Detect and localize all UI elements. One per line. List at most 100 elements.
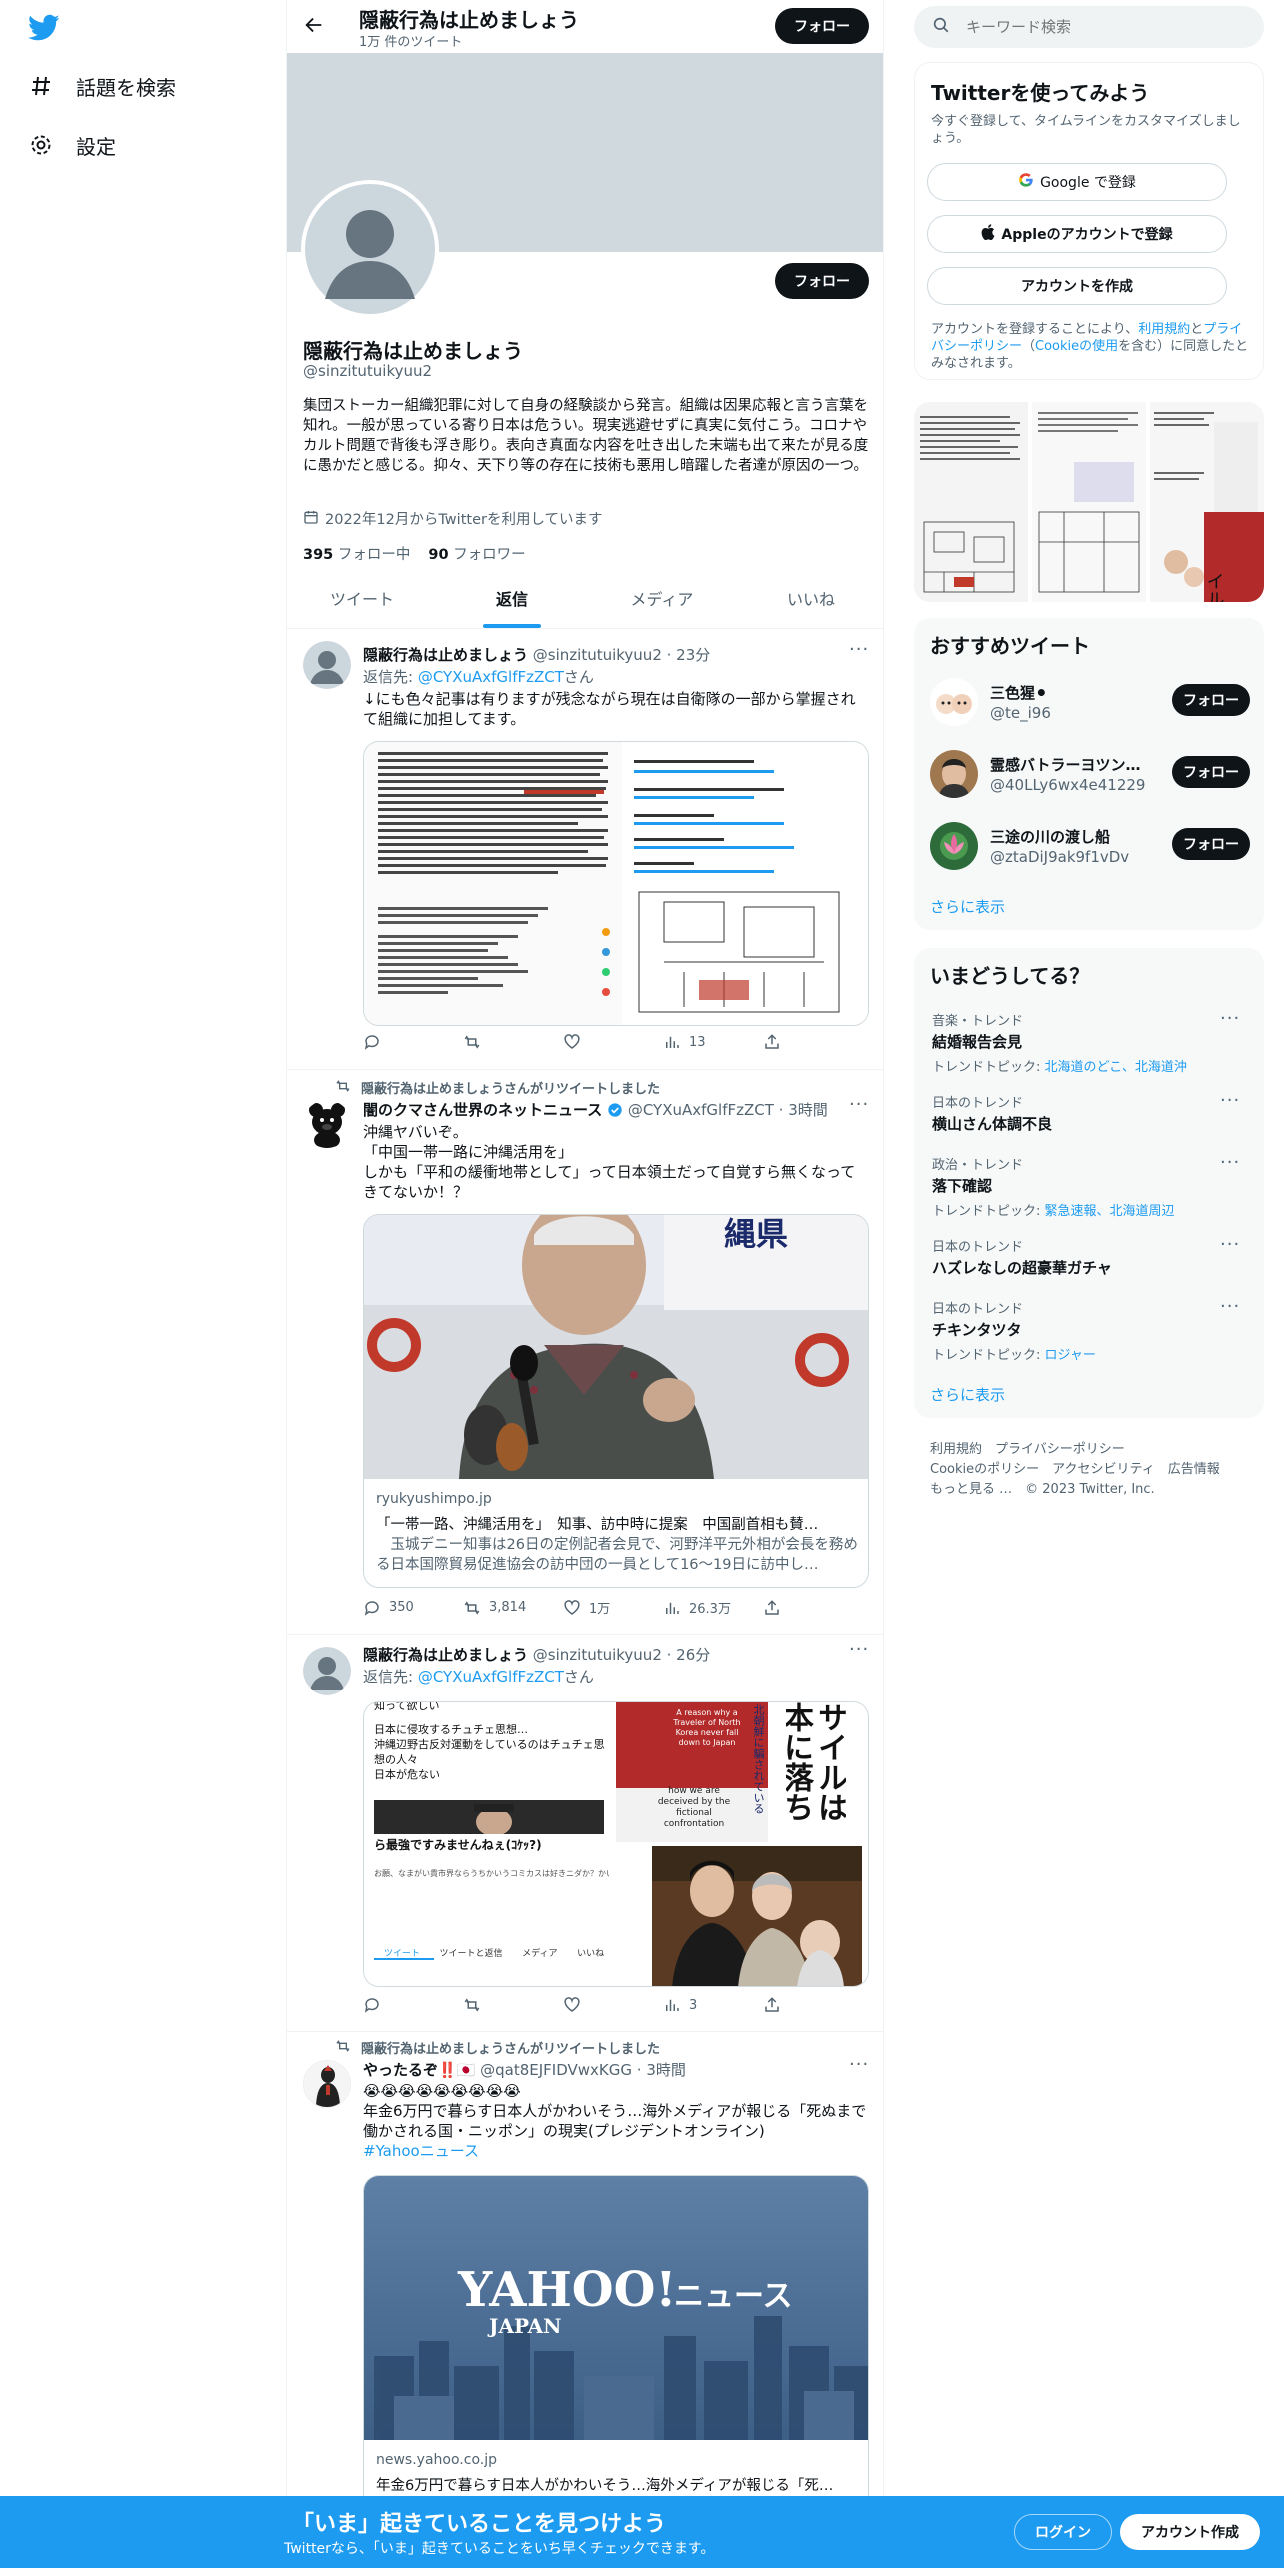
avatar[interactable] — [303, 2060, 351, 2108]
profile-follow-button[interactable]: フォロー — [775, 263, 869, 299]
share-button[interactable] — [763, 1996, 789, 2014]
nav-settings[interactable]: 設定 — [28, 125, 116, 165]
tab-media[interactable]: メディア — [587, 568, 737, 628]
tab-tweets[interactable]: ツイート — [287, 568, 437, 628]
retweeted-by-text[interactable]: 隠蔽行為は止めましょうさんがリツイートしました — [361, 1078, 660, 1097]
more-icon[interactable]: ··· — [849, 1639, 869, 1660]
search-input[interactable] — [966, 18, 1226, 36]
footer-link[interactable]: 広告情報 — [1168, 1462, 1220, 1477]
footer-link[interactable]: プライバシーポリシー — [995, 1442, 1125, 1457]
trends-show-more[interactable]: さらに表示 — [930, 1384, 1005, 1405]
more-icon[interactable]: ··· — [849, 2054, 869, 2075]
tab-replies[interactable]: 返信 — [437, 568, 587, 628]
tweet-media-screenshot[interactable] — [363, 741, 869, 1026]
avatar[interactable] — [930, 822, 978, 870]
apple-signup-button[interactable]: Appleのアカウントで登録 — [927, 215, 1227, 253]
trend-item[interactable]: 日本のトレンド ハズレなしの超豪華ガチャ ··· — [932, 1234, 1244, 1278]
tweet-author-name[interactable]: 隠蔽行為は止めましょう — [363, 1646, 528, 1664]
reply-button[interactable] — [363, 1033, 463, 1051]
more-icon[interactable]: ··· — [849, 639, 869, 660]
tweet-author-handle[interactable]: @sinzitutuikyuu2 — [533, 1646, 662, 1664]
more-icon[interactable]: ··· — [1220, 1090, 1240, 1111]
tweet-time[interactable]: 23分 — [676, 646, 710, 664]
like-button[interactable]: 1万 — [563, 1598, 663, 1617]
footer-link[interactable]: アクセシビリティ — [1052, 1462, 1155, 1477]
signup-button[interactable]: アカウント作成 — [1120, 2514, 1260, 2550]
tweet[interactable]: 隠蔽行為は止めましょうさんがリツイートしました 闇のクマさん世界のネットニュース… — [287, 1070, 883, 1635]
link-card[interactable]: 縄県 ryukyushimpo.jp 「一帯一路、沖縄活用を」 知事、訪中時に提… — [363, 1214, 869, 1588]
reply-button[interactable]: 350 — [363, 1599, 463, 1617]
follow-button[interactable]: フォロー — [1172, 828, 1250, 860]
tweet-author-handle[interactable]: @qat8EJFIDVwxKGG — [480, 2061, 632, 2079]
login-button[interactable]: ログイン — [1014, 2514, 1112, 2550]
tab-likes[interactable]: いいね — [737, 568, 883, 628]
views-button[interactable]: 26.3万 — [663, 1598, 763, 1617]
tweet-author-name[interactable]: やったるぞ‼️🇯🇵 — [363, 2061, 475, 2079]
avatar[interactable] — [303, 1100, 351, 1148]
following-link[interactable]: 395 フォロー中 — [303, 543, 410, 564]
tweet-time[interactable]: 3時間 — [788, 1101, 828, 1119]
share-button[interactable] — [763, 1033, 789, 1051]
profile-media-grid[interactable]: イル — [914, 402, 1264, 602]
profile-avatar[interactable] — [301, 180, 439, 318]
tweet-media-collage[interactable]: 知って欲しい 日本に侵攻するチュチェ思想… 沖縄辺野古反対運動をしているのはチュ… — [363, 1701, 869, 1987]
trend-topics[interactable]: 北海道のどこ、北海道沖 — [1045, 1060, 1187, 1075]
follow-button[interactable]: フォロー — [1172, 756, 1250, 788]
like-button[interactable] — [563, 1033, 663, 1051]
tweet-author-handle[interactable]: @sinzitutuikyuu2 — [533, 646, 662, 664]
reply-button[interactable] — [363, 1996, 463, 2014]
tweet-time[interactable]: 3時間 — [646, 2061, 686, 2079]
tweet-time[interactable]: 26分 — [676, 1646, 710, 1664]
back-arrow-icon[interactable] — [303, 14, 325, 40]
trend-topics[interactable]: 緊急速報、北海道周辺 — [1045, 1204, 1175, 1219]
followers-link[interactable]: 90 フォロワー — [428, 543, 525, 564]
more-icon[interactable]: ··· — [1220, 1296, 1240, 1317]
reply-to-link[interactable]: @CYXuAxfGlfFzZCT — [418, 1668, 564, 1686]
recommend-show-more[interactable]: さらに表示 — [930, 896, 1005, 917]
footer-link[interactable]: もっと見る … — [930, 1482, 1012, 1497]
avatar[interactable] — [930, 750, 978, 798]
reply-to-link[interactable]: @CYXuAxfGlfFzZCT — [418, 668, 564, 686]
search-bar[interactable] — [914, 6, 1264, 48]
trend-item[interactable]: 音楽・トレンド 結婚報告会見 トレンドトピック: 北海道のどこ、北海道沖 ··· — [932, 1008, 1244, 1075]
twitter-logo-icon[interactable] — [28, 14, 60, 46]
tweet[interactable]: 隠蔽行為は止めましょう @sinzitutuikyuu2 · 23分 ··· 返… — [287, 629, 883, 1070]
avatar[interactable] — [303, 641, 351, 689]
google-signup-button[interactable]: Google で登録 — [927, 163, 1227, 201]
recommend-user[interactable]: 三色猩⚫ @te_i96 フォロー — [930, 676, 1250, 728]
tweet[interactable]: 隠蔽行為は止めましょうさんがリツイートしました やったるぞ‼️🇯🇵 @qat8E… — [287, 2032, 883, 2568]
trend-item[interactable]: 日本のトレンド チキンタツタ トレンドトピック: ロジャー ··· — [932, 1296, 1244, 1363]
recommend-user[interactable]: 霊感バトラーヨツン… @40LLy6wx4e41229 フォロー — [930, 748, 1250, 800]
recommend-user[interactable]: 三途の川の渡し船 @ztaDiJ9ak9f1vDv フォロー — [930, 820, 1250, 872]
retweet-button[interactable] — [463, 1033, 563, 1051]
avatar[interactable] — [930, 678, 978, 726]
follow-button[interactable]: フォロー — [1172, 684, 1250, 716]
views-button[interactable]: 13 — [663, 1033, 763, 1051]
trend-topics[interactable]: ロジャー — [1045, 1348, 1096, 1363]
hashtag-link[interactable]: #Yahooニュース — [363, 2141, 869, 2161]
views-button[interactable]: 3 — [663, 1996, 763, 2014]
like-button[interactable] — [563, 1996, 663, 2014]
more-icon[interactable]: ··· — [1220, 1008, 1240, 1029]
nav-explore[interactable]: 話題を検索 — [28, 66, 176, 106]
footer-link[interactable]: 利用規約 — [930, 1442, 982, 1457]
tweet-author-name[interactable]: 闇のクマさん世界のネットニュース — [363, 1101, 602, 1119]
more-icon[interactable]: ··· — [1220, 1152, 1240, 1173]
retweet-button[interactable]: 3,814 — [463, 1599, 563, 1617]
tweet[interactable]: 隠蔽行為は止めましょう @sinzitutuikyuu2 · 26分 ··· 返… — [287, 1635, 883, 2032]
trend-item[interactable]: 政治・トレンド 落下確認 トレンドトピック: 緊急速報、北海道周辺 ··· — [932, 1152, 1244, 1219]
more-icon[interactable]: ··· — [1220, 1234, 1240, 1255]
retweet-button[interactable] — [463, 1996, 563, 2014]
tweet-author-handle[interactable]: @CYXuAxfGlfFzZCT — [628, 1101, 774, 1119]
trend-item[interactable]: 日本のトレンド 横山さん体調不良 ··· — [932, 1090, 1244, 1134]
avatar[interactable] — [303, 1647, 351, 1695]
retweeted-by-text[interactable]: 隠蔽行為は止めましょうさんがリツイートしました — [361, 2038, 660, 2057]
tweet-author-name[interactable]: 隠蔽行為は止めましょう — [363, 646, 528, 664]
footer-link[interactable]: Cookieのポリシー — [930, 1462, 1039, 1477]
create-account-button[interactable]: アカウントを作成 — [927, 267, 1227, 305]
header-follow-button[interactable]: フォロー — [775, 8, 869, 44]
cookie-link[interactable]: Cookieの使用 — [1035, 339, 1118, 354]
terms-link[interactable]: 利用規約 — [1138, 322, 1190, 337]
share-button[interactable] — [763, 1599, 789, 1617]
more-icon[interactable]: ··· — [849, 1094, 869, 1115]
